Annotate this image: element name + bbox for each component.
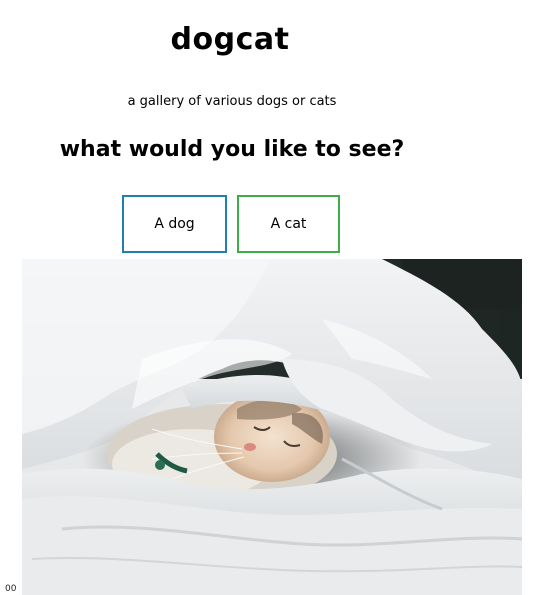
page: dogcat a gallery of various dogs or cats… bbox=[0, 0, 535, 595]
site-title: dogcat bbox=[170, 22, 290, 57]
cat-photo bbox=[22, 259, 522, 595]
question-heading: what would you like to see? bbox=[59, 137, 405, 162]
dog-button-label: A dog bbox=[154, 216, 195, 232]
corner-text: 00 bbox=[5, 584, 17, 594]
cat-photo-image bbox=[22, 259, 522, 595]
cat-button[interactable]: A cat bbox=[237, 195, 340, 253]
cat-button-label: A cat bbox=[270, 216, 307, 232]
site-tagline: a gallery of various dogs or cats bbox=[127, 94, 337, 109]
dog-button[interactable]: A dog bbox=[122, 195, 227, 253]
